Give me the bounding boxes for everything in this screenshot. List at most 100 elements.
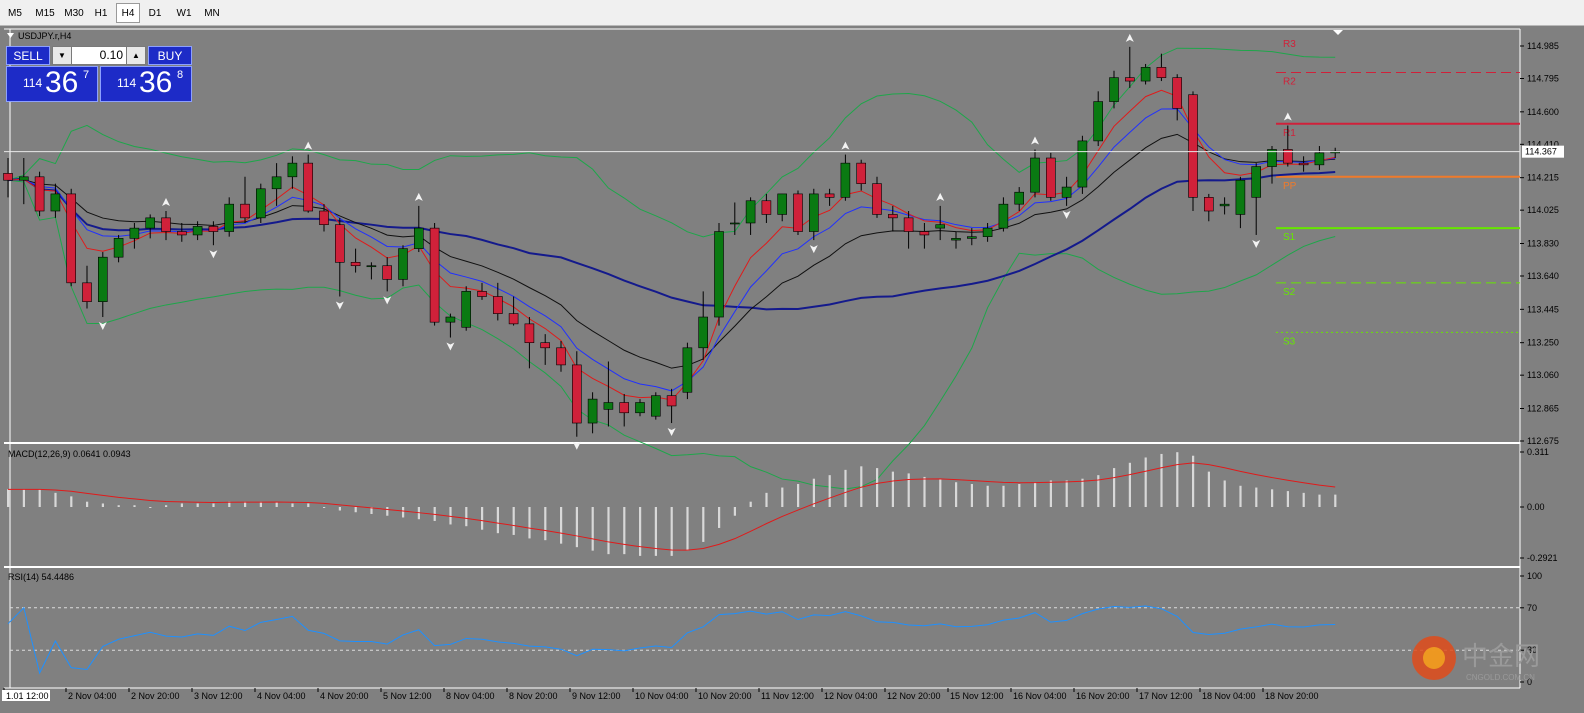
candle — [319, 210, 329, 225]
timeframe-m30[interactable]: M30 — [60, 3, 88, 23]
timeframe-m15[interactable]: M15 — [31, 3, 59, 23]
lot-size-field[interactable]: ▼ 0.10 ▲ — [52, 46, 146, 65]
candle — [1014, 191, 1025, 205]
candle — [382, 265, 393, 280]
macd-histogram-bar — [986, 485, 989, 507]
macd-histogram-bar — [117, 505, 120, 507]
candle — [34, 176, 45, 212]
candle — [1219, 203, 1230, 207]
macd-histogram-bar — [449, 507, 452, 525]
price-axis-label: 114.215 — [1527, 173, 1559, 183]
candle — [129, 227, 140, 239]
candle — [445, 316, 456, 323]
sell-button[interactable]: SELL — [6, 46, 50, 65]
candle — [224, 203, 234, 232]
candle — [66, 193, 76, 284]
current-price-label: 114.367 — [1525, 147, 1557, 157]
macd-histogram-bar — [1271, 489, 1274, 507]
pivot-label-pp: PP — [1283, 181, 1297, 192]
candle — [1188, 94, 1198, 198]
chart-window[interactable]: 114.985 114.795 114.600 114.410 114.215 114.0… — [0, 26, 1584, 713]
candle — [1030, 157, 1040, 193]
buy-price-box[interactable]: 114 36 8 — [100, 66, 192, 102]
timeframe-d1[interactable]: D1 — [143, 3, 167, 23]
time-axis-label: 1.01 12:00 — [6, 691, 49, 701]
macd-histogram-bar — [7, 489, 10, 507]
macd-axis-label: -0.2921 — [1527, 553, 1558, 563]
macd-histogram-bar — [591, 507, 594, 551]
candle — [271, 176, 282, 190]
macd-histogram-bar — [70, 496, 73, 507]
buy-button[interactable]: BUY — [148, 46, 192, 65]
timeframe-mn[interactable]: MN — [199, 3, 225, 23]
candle — [413, 227, 424, 249]
time-axis-label: 4 Nov 04:00 — [257, 691, 306, 701]
macd-axis-label: 0.00 — [1527, 502, 1545, 512]
macd-histogram-bar — [1255, 487, 1258, 507]
macd-histogram-bar — [718, 507, 721, 528]
macd-histogram-bar — [939, 478, 942, 507]
time-axis-label: 16 Nov 20:00 — [1076, 691, 1130, 701]
macd-histogram-bar — [481, 507, 484, 530]
macd-histogram-bar — [1176, 452, 1179, 507]
price-chart[interactable]: 114.985114.795114.600114.410114.215114.0… — [0, 26, 1584, 713]
macd-histogram-bar — [402, 507, 405, 518]
symbol-title: USDJPY.r,H4 — [18, 31, 71, 41]
time-axis-label: 11 Nov 12:00 — [761, 691, 814, 701]
candle — [745, 200, 756, 224]
one-click-trading-panel: SELL ▼ 0.10 ▲ BUY 114 36 7 114 36 8 — [6, 46, 192, 102]
candle — [919, 231, 930, 236]
candle — [3, 173, 13, 181]
rsi-axis-label: 70 — [1527, 603, 1537, 613]
macd-histogram-bar — [1286, 491, 1289, 507]
time-axis-label: 12 Nov 20:00 — [887, 691, 941, 701]
macd-histogram-bar — [307, 503, 310, 507]
macd-histogram-bar — [1049, 480, 1052, 507]
candle — [192, 226, 203, 236]
timeframe-h1[interactable]: H1 — [89, 3, 113, 23]
candle — [856, 162, 867, 184]
time-axis-label: 16 Nov 04:00 — [1013, 691, 1067, 701]
chart-background — [0, 26, 1584, 713]
timeframe-m5[interactable]: M5 — [3, 3, 27, 23]
candle — [398, 248, 408, 280]
pivot-label-s2: S2 — [1283, 287, 1296, 298]
lot-increase-icon[interactable]: ▲ — [126, 47, 145, 64]
time-axis-label: 4 Nov 20:00 — [320, 691, 369, 701]
macd-histogram-bar — [1239, 485, 1242, 507]
candle — [714, 231, 724, 318]
candle — [966, 236, 977, 239]
time-axis-label: 10 Nov 20:00 — [698, 691, 752, 701]
candle — [334, 224, 345, 263]
candle — [1109, 77, 1119, 102]
macd-histogram-bar — [22, 489, 25, 507]
timeframe-h4[interactable]: H4 — [116, 3, 140, 23]
candle — [492, 296, 503, 314]
candle — [1251, 166, 1261, 198]
watermark-text: 中金网 — [1462, 641, 1540, 671]
candle — [603, 402, 614, 410]
macd-histogram-bar — [797, 484, 800, 507]
macd-histogram-bar — [386, 507, 389, 516]
time-axis-label: 8 Nov 20:00 — [509, 691, 558, 701]
macd-histogram-bar — [528, 507, 531, 539]
candle — [1093, 101, 1103, 142]
price-axis-label: 113.830 — [1527, 239, 1559, 249]
candle — [1156, 67, 1167, 78]
candle — [113, 238, 124, 258]
macd-histogram-bar — [101, 503, 104, 507]
macd-histogram-bar — [1318, 494, 1321, 507]
timeframe-w1[interactable]: W1 — [171, 3, 197, 23]
candle — [951, 238, 961, 241]
candle — [793, 193, 803, 232]
lot-decrease-icon[interactable]: ▼ — [53, 47, 72, 64]
macd-histogram-bar — [465, 507, 468, 527]
macd-histogram-bar — [812, 478, 815, 507]
candle — [82, 282, 92, 302]
candle — [635, 402, 645, 414]
macd-histogram-bar — [1113, 468, 1116, 507]
candle — [287, 162, 298, 178]
sell-price-box[interactable]: 114 36 7 — [6, 66, 98, 102]
rsi-label: RSI(14) 54.4486 — [8, 572, 74, 582]
lot-size-value[interactable]: 0.10 — [73, 47, 125, 64]
